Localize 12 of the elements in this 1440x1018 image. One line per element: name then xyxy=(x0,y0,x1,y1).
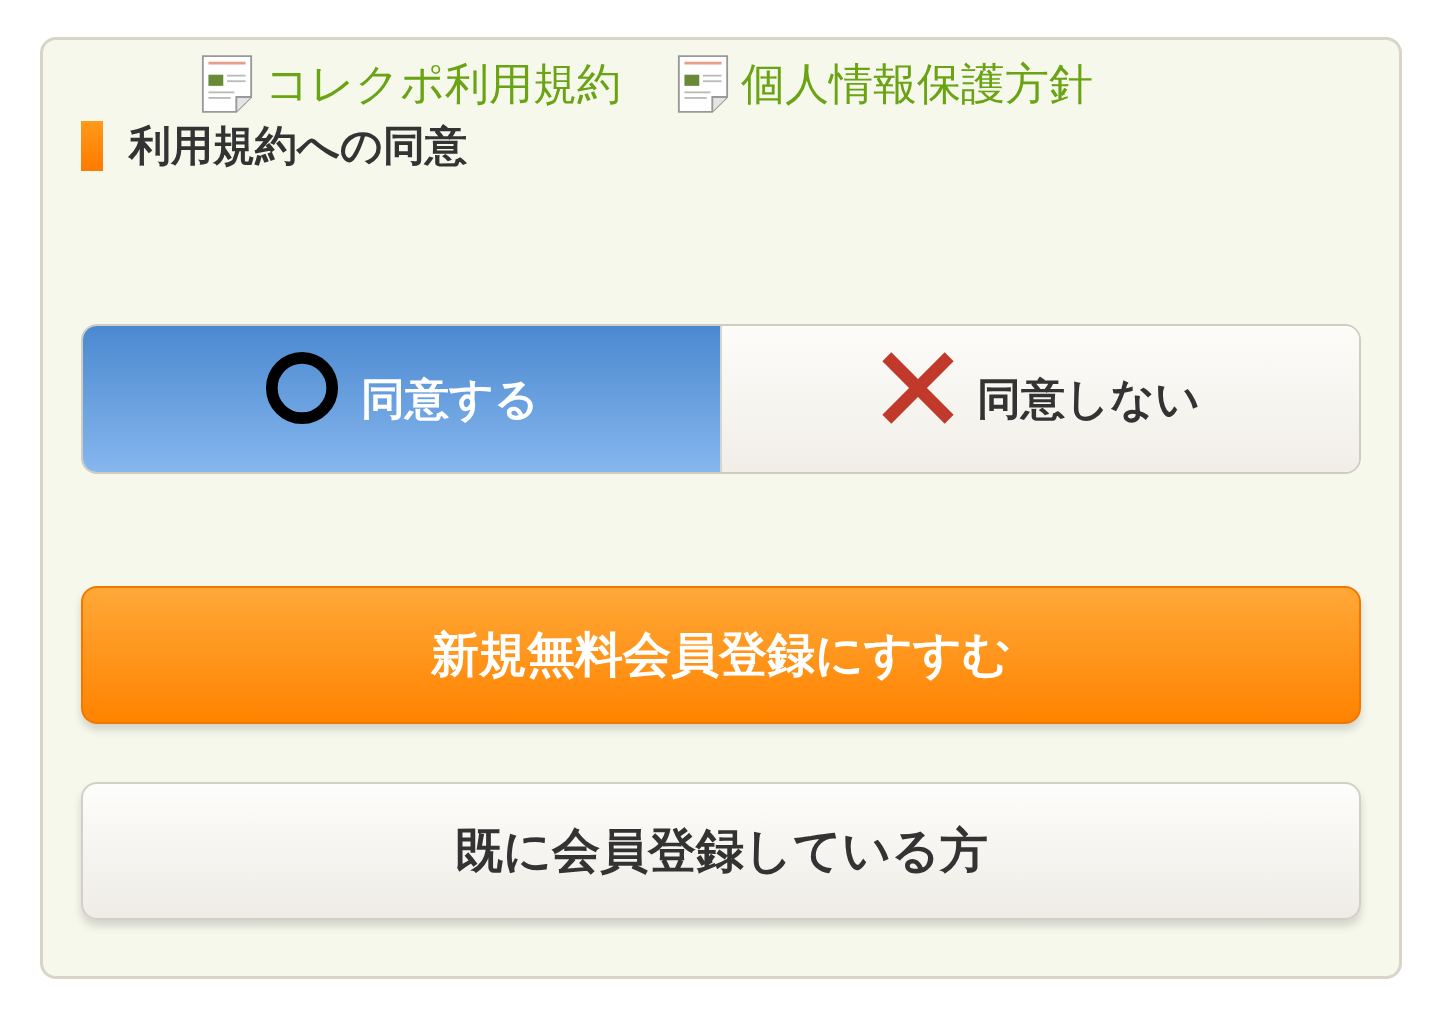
circle-icon xyxy=(264,351,339,425)
document-icon xyxy=(201,54,253,114)
section-heading: 利用規約への同意 xyxy=(129,120,467,172)
policy-link[interactable]: コレクポ利用規約 xyxy=(201,54,621,114)
cross-icon xyxy=(881,351,955,425)
policy-link[interactable]: 個人情報保護方針 xyxy=(677,54,1093,114)
heading-marker xyxy=(81,121,103,171)
choice-button[interactable]: 同意しない xyxy=(720,326,1359,472)
login-button[interactable]: 既に会員登録している方 xyxy=(81,782,1361,920)
document-icon xyxy=(677,54,729,114)
choice-button[interactable]: 同意する xyxy=(83,326,720,472)
register-button[interactable]: 新規無料会員登録にすすむ xyxy=(81,586,1361,724)
